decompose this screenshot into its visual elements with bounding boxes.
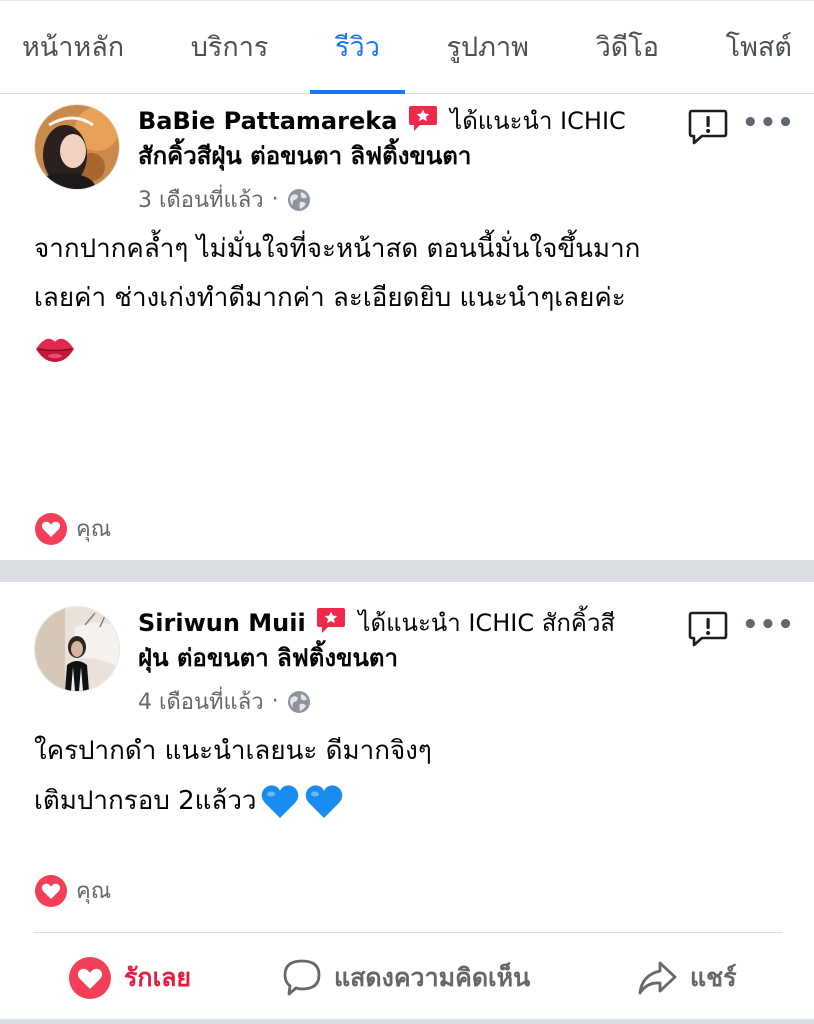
post-actions: รักเลย แสดงความคิดเห็น แชร์ (0, 948, 814, 1008)
report-icon[interactable] (688, 610, 728, 648)
post-header: BaBie Pattamareka ได้แนะนำ ICHIC (138, 104, 648, 139)
timestamp[interactable]: 4 เดือนที่แล้ว (138, 684, 264, 719)
review-text: ใครปากดำ แนะนำเลยนะ ดีมากจิงๆ เติมปากรอบ… (34, 726, 784, 826)
reactions-summary[interactable]: คุณ (34, 511, 111, 546)
tab-home[interactable]: หน้าหลัก (22, 0, 124, 94)
share-button[interactable]: แชร์ (636, 948, 737, 1008)
heart-icon (69, 957, 111, 999)
tab-posts[interactable]: โพสต์ (726, 0, 792, 94)
page-name[interactable]: สักคิ้วสีฝุ่น ต่อขนตา ลิฟติ้งขนตา (138, 139, 648, 174)
review-text: จากปากคล้ำๆ ไม่มั่นใจที่จะหน้าสด ตอนนี้ม… (34, 225, 784, 372)
reactor-name: คุณ (76, 879, 112, 904)
author-name[interactable]: BaBie Pattamareka (138, 107, 397, 135)
review-text-line: เลยค่า ช่างเก่งทำดีมากค่า ละเอียดยิบ แนะ… (34, 283, 626, 313)
reactor-name: คุณ (76, 517, 112, 542)
blue-heart-emoji (305, 785, 342, 818)
post-meta: 4 เดือนที่แล้ว · (138, 684, 311, 719)
reactions-summary-2[interactable]: คุณ (34, 873, 111, 908)
heart-reaction-icon (35, 874, 67, 907)
review-text-line: จากปากคล้ำๆ ไม่มั่นใจที่จะหน้าสด ตอนนี้ม… (34, 234, 641, 264)
report-icon[interactable] (688, 108, 728, 146)
page-name[interactable]: ฝุ่น ต่อขนตา ลิฟติ้งขนตา (138, 641, 648, 676)
review-text-line: ใครปากดำ แนะนำเลยนะ ดีมากจิงๆ (34, 736, 432, 766)
timestamp[interactable]: 3 เดือนที่แล้ว (138, 182, 264, 217)
comment-button[interactable]: แสดงความคิดเห็น (282, 948, 530, 1008)
divider (34, 932, 782, 933)
post-separator (0, 560, 814, 582)
page-tabs: หน้าหลัก บริการ รีวิว รูปภาพ วิดีโอ โพสต… (0, 0, 814, 94)
share-label: แชร์ (690, 963, 737, 992)
avatar[interactable] (34, 104, 120, 190)
comment-icon (283, 959, 321, 996)
love-button[interactable]: รักเลย (68, 948, 191, 1008)
bottom-separator (0, 1019, 814, 1024)
more-icon[interactable]: ••• (742, 108, 795, 138)
comment-label: แสดงความคิดเห็น (334, 963, 531, 992)
lips-emoji (36, 338, 74, 362)
tab-videos[interactable]: วิดีโอ (596, 0, 659, 94)
heart-reaction-icon (35, 512, 67, 545)
author-name[interactable]: Siriwun Muii (138, 609, 306, 637)
recommendation-text: ได้แนะนำ ICHIC สักคิ้วสี (358, 609, 616, 637)
post-meta: 3 เดือนที่แล้ว · (138, 182, 311, 217)
recommend-icon (317, 608, 346, 633)
recommend-icon (408, 106, 437, 131)
love-label: รักเลย (124, 963, 192, 992)
recommendation-text: ได้แนะนำ ICHIC (450, 107, 626, 135)
review-post: BaBie Pattamareka ได้แนะนำ ICHIC สักคิ้ว… (0, 94, 814, 635)
post-header: Siriwun Muii ได้แนะนำ ICHIC สักคิ้วสี (138, 606, 648, 641)
divider (34, 568, 782, 569)
share-icon (638, 961, 677, 995)
globe-icon (287, 690, 310, 713)
tab-reviews[interactable]: รีวิว (310, 0, 405, 94)
globe-icon (287, 188, 310, 211)
tab-photos[interactable]: รูปภาพ (447, 0, 529, 94)
review-text-line: เติมปากรอบ 2แล้วว (34, 786, 257, 816)
meta-separator: · (271, 187, 279, 212)
meta-separator: · (271, 689, 279, 714)
tab-services[interactable]: บริการ (191, 0, 269, 94)
avatar[interactable] (34, 606, 120, 692)
blue-heart-emoji (261, 785, 298, 818)
more-icon[interactable]: ••• (742, 610, 795, 640)
